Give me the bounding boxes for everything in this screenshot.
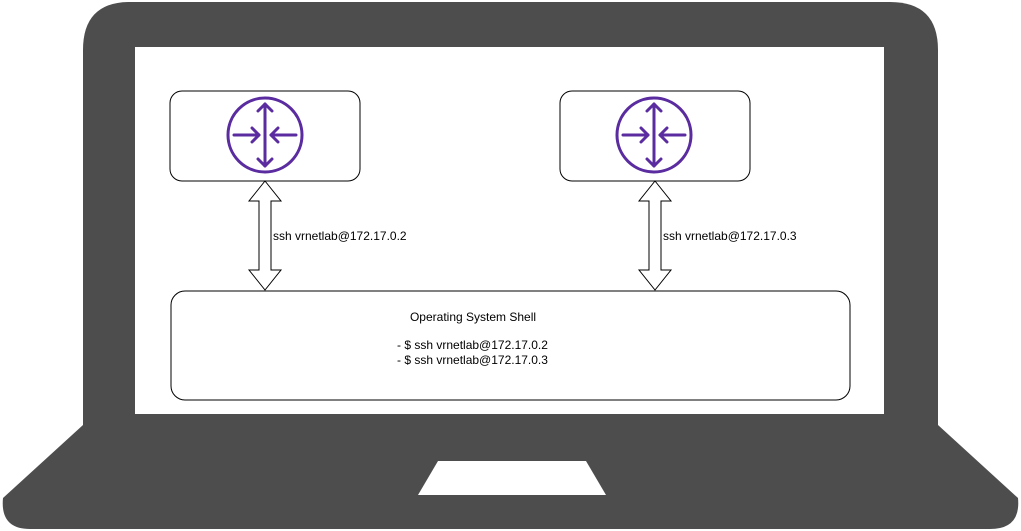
- router-icon: [615, 96, 693, 174]
- laptop-trackpad: [418, 461, 606, 495]
- network-diagram: ssh vrnetlab@172.17.0.2 ssh vrnetlab@172…: [2, 2, 1019, 529]
- ssh-link-label-2: ssh vrnetlab@172.17.0.3: [663, 229, 797, 243]
- ssh-link-label-1: ssh vrnetlab@172.17.0.2: [273, 229, 407, 243]
- os-shell-title: Operating System Shell: [410, 310, 536, 324]
- router-node-1: [169, 90, 361, 182]
- os-shell-command-2: - $ ssh vrnetlab@172.17.0.3: [397, 353, 548, 367]
- os-shell-command-1: - $ ssh vrnetlab@172.17.0.2: [397, 338, 548, 352]
- laptop-illustration: [2, 2, 1019, 529]
- os-shell-node: Operating System Shell - $ ssh vrnetlab@…: [170, 290, 851, 401]
- router-icon: [226, 96, 304, 174]
- router-node-2: [559, 90, 751, 182]
